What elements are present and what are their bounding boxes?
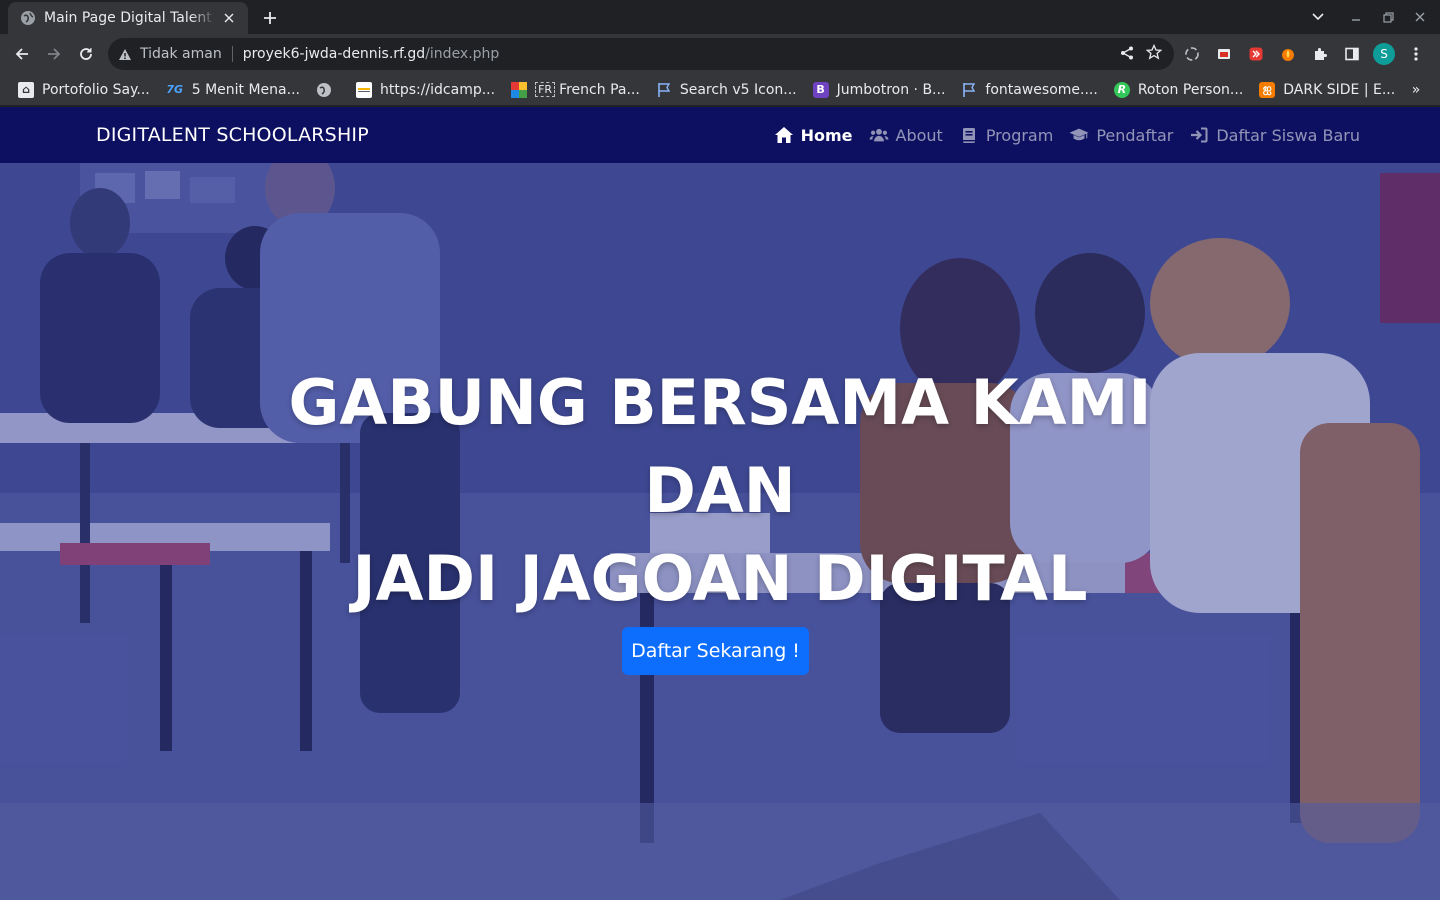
bookmark-item[interactable]: ஐ DARK SIDE | E...	[1253, 76, 1401, 104]
bootstrap-icon: B	[812, 81, 829, 98]
bookmark-item[interactable]: 7G 5 Menit Mena...	[160, 76, 306, 104]
bookmark-item[interactable]: B Jumbotron · B...	[807, 76, 952, 104]
hero-line-3: JADI JAGOAN DIGITAL	[352, 542, 1088, 615]
7g-icon: 7G	[166, 83, 184, 96]
new-tab-button[interactable]	[258, 6, 282, 30]
url-path: /index.php	[425, 46, 500, 62]
flag-icon	[961, 82, 977, 98]
bookmark-label: DARK SIDE | E...	[1283, 81, 1396, 98]
browser-tab[interactable]: Main Page Digital Talent Scholarship	[8, 2, 248, 34]
close-window-icon[interactable]	[1404, 0, 1436, 34]
close-tab-icon[interactable]	[220, 9, 238, 27]
extensions-area: S	[1180, 34, 1428, 74]
nav-pendaftar[interactable]: Pendaftar	[1069, 126, 1173, 145]
extensions-puzzle-icon[interactable]	[1308, 42, 1332, 66]
forward-icon[interactable]	[38, 38, 70, 70]
portfolio-icon: ⌂	[18, 81, 34, 98]
darkside-icon: ஐ	[1259, 81, 1276, 98]
nav-program[interactable]: Program	[959, 125, 1054, 145]
minimize-icon[interactable]	[1340, 0, 1372, 34]
security-label: Tidak aman	[140, 46, 222, 62]
bookmark-item[interactable]: Search v5 Icon...	[650, 76, 803, 104]
fire-extension-icon[interactable]	[1276, 42, 1300, 66]
bookmark-label: https://idcamp...	[379, 81, 496, 98]
hero-heading: GABUNG BERSAMA KAMI DAN JADI JAGOAN DIGI…	[0, 359, 1440, 623]
bookmark-label: 5 Menit Mena...	[191, 81, 300, 98]
bookmark-item[interactable]: https://idcamp...	[350, 76, 501, 104]
page-viewport: DIGITALENT SCHOOLARSHIP Home About Progr…	[0, 107, 1440, 900]
site-brand[interactable]: DIGITALENT SCHOOLARSHIP	[96, 124, 369, 146]
screenshot-extension-icon[interactable]	[1212, 42, 1236, 66]
omnibox-actions	[1120, 38, 1163, 70]
profile-avatar[interactable]: S	[1372, 42, 1396, 66]
hero-section: GABUNG BERSAMA KAMI DAN JADI JAGOAN DIGI…	[0, 163, 1440, 900]
bookmarks-overflow-button[interactable]: »	[1404, 78, 1428, 102]
bookmark-label: Roton Person...	[1137, 81, 1244, 98]
globe-icon	[20, 10, 36, 26]
security-indicator[interactable]: Tidak aman	[118, 46, 222, 62]
colorful-grid-icon	[511, 81, 528, 98]
restore-icon[interactable]	[1372, 0, 1404, 34]
idcamp-icon	[355, 81, 372, 98]
sign-in-icon	[1189, 126, 1209, 144]
tab-search-icon[interactable]	[1302, 0, 1334, 34]
nav-label: Daftar Siswa Baru	[1216, 125, 1360, 145]
bookmark-item[interactable]: R Roton Person...	[1108, 76, 1249, 104]
graduation-cap-icon	[1069, 126, 1089, 144]
warning-icon	[118, 48, 132, 61]
users-icon	[868, 126, 889, 144]
fr-badge: FR	[535, 82, 556, 97]
daftar-sekarang-button[interactable]: Daftar Sekarang !	[622, 627, 809, 675]
reload-icon[interactable]	[70, 38, 102, 70]
side-panel-icon[interactable]	[1340, 42, 1364, 66]
avatar: S	[1373, 43, 1395, 65]
bookmark-item[interactable]: FR French Pa...	[505, 76, 646, 104]
bookmark-label: Jumbotron · B...	[836, 81, 946, 98]
nav-home[interactable]: Home	[774, 126, 853, 145]
video-extension-icon[interactable]	[1244, 42, 1268, 66]
tab-strip: Main Page Digital Talent Scholarship	[0, 0, 1440, 34]
url-host: proyek6-jwda-dennis.rf.gd	[242, 46, 426, 62]
nav-label: Home	[800, 125, 853, 145]
window-controls	[1302, 0, 1440, 34]
bookmark-label: fontawesome....	[985, 81, 1098, 98]
bookmark-item[interactable]	[310, 76, 346, 104]
bookmark-item[interactable]: fontawesome....	[955, 76, 1103, 104]
bookmarks-bar: ⌂ Portofolio Say... 7G 5 Menit Mena... h…	[0, 74, 1440, 106]
hero-line-1: GABUNG BERSAMA KAMI	[288, 366, 1152, 439]
hero-line-2: DAN	[644, 454, 796, 527]
nav-label: About	[895, 125, 943, 145]
book-icon	[959, 126, 979, 144]
nav-about[interactable]: About	[868, 125, 943, 145]
nav-label: Program	[985, 125, 1054, 145]
bookmark-item[interactable]: ⌂ Portofolio Say...	[12, 76, 156, 104]
roton-icon: R	[1113, 81, 1130, 98]
share-icon[interactable]	[1120, 45, 1134, 64]
back-icon[interactable]	[6, 38, 38, 70]
flag-icon	[656, 82, 672, 98]
bookmark-label: Portofolio Say...	[42, 81, 150, 98]
menu-kebab-icon[interactable]	[1404, 42, 1428, 66]
nav-links: Home About Program Pendaftar Daftar Sisw…	[758, 107, 1360, 163]
nav-label: Pendaftar	[1096, 125, 1174, 145]
tab-title: Main Page Digital Talent Scholarship	[44, 10, 216, 26]
browser-toolbar: Tidak aman proyek6-jwda-dennis.rf.gd/ind…	[0, 34, 1440, 74]
address-bar[interactable]: Tidak aman proyek6-jwda-dennis.rf.gd/ind…	[108, 38, 1174, 70]
nav-daftar-siswa-baru[interactable]: Daftar Siswa Baru	[1189, 126, 1360, 145]
bookmark-star-icon[interactable]	[1145, 43, 1163, 64]
sync-extension-icon[interactable]	[1180, 42, 1204, 66]
bookmark-label: French Pa...	[559, 81, 640, 98]
home-icon	[774, 126, 794, 144]
site-navbar: DIGITALENT SCHOOLARSHIP Home About Progr…	[0, 107, 1440, 163]
bookmark-label: Search v5 Icon...	[679, 81, 797, 98]
omnibox-divider	[231, 46, 233, 62]
globe-icon	[316, 82, 332, 98]
